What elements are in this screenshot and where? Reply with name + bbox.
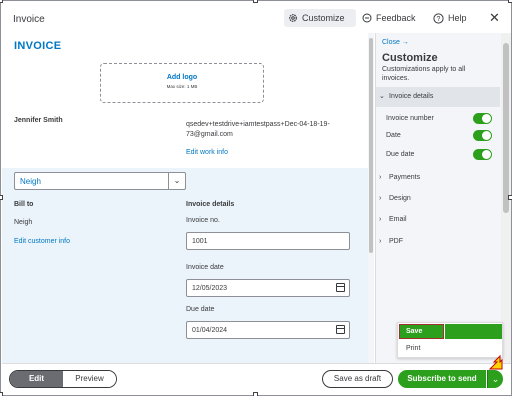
send-options-menu: Save Print [397,322,503,358]
bill-to-name: Neigh [14,219,33,226]
invoice-heading: INVOICE [14,40,62,52]
menu-item-print[interactable]: Print [406,345,420,352]
invoice-date-label: Invoice date [186,264,224,271]
toggle-label: Invoice number [386,115,434,122]
chevron-right-icon: › [379,216,382,223]
feedback-label: Feedback [376,13,416,23]
customize-button[interactable]: Customize [284,9,356,27]
subscribe-to-send-button[interactable]: Subscribe to send [398,370,486,388]
invoice-date-input[interactable]: 12/05/2023 [186,279,350,297]
invoice-editor[interactable]: INVOICE Add logo Max size: 1 MB Jennifer… [2,33,374,363]
section-email[interactable]: › Email [376,214,500,228]
add-logo-dropzone[interactable]: Add logo Max size: 1 MB [100,63,264,103]
section-pdf[interactable]: › PDF [376,236,500,250]
add-logo-link[interactable]: Add logo [101,74,263,81]
customer-select-value: Neigh [20,177,41,186]
chevron-right-icon: › [379,238,382,245]
edit-tab[interactable]: Edit [10,371,63,387]
calendar-icon[interactable] [336,325,345,334]
bill-to-label: Bill to [14,201,34,208]
customer-select[interactable]: Neigh ⌄ [14,172,186,190]
customize-label: Customize [302,13,345,23]
pointer-arrow-icon [488,354,503,370]
panel-subtitle: Customizations apply to all invoices. [382,66,466,82]
customer-section: Neigh ⌄ Bill to Neigh Edit customer info… [2,168,368,363]
toggle-row-due-date: Due date [386,149,496,161]
resize-handle[interactable] [0,195,3,200]
panel-title: Customize [382,52,438,64]
invoice-details-label: Invoice details [186,201,235,208]
resize-handle[interactable] [0,392,3,396]
window-title: Invoice [13,14,45,25]
toggle-label: Due date [386,151,415,158]
menu-item-save[interactable]: Save [399,324,444,339]
section-label: Email [389,216,407,223]
chevron-down-icon: ⌄ [379,93,385,100]
toggle-row-invoice-number: Invoice number [386,113,496,125]
due-date-toggle[interactable] [473,149,492,160]
chevron-down-icon[interactable]: ⌄ [168,173,185,189]
invoice-window: Invoice Customize Feedback ? Help ✕ INVO… [0,0,512,396]
date-toggle[interactable] [473,130,492,141]
customize-panel: Close → Customize Customizations apply t… [375,33,501,363]
toggle-row-date: Date [386,130,496,142]
edit-work-info-link[interactable]: Edit work info [186,149,228,156]
invoice-no-label: Invoice no. [186,217,220,224]
resize-handle[interactable] [508,195,512,200]
company-name: Jennifer Smith [14,117,63,124]
invoice-number-toggle[interactable] [473,113,492,124]
save-menu-highlight [445,324,502,339]
chevron-right-icon: › [379,195,382,202]
editor-scrollbar-thumb[interactable] [369,38,373,253]
editor-scrollbar[interactable] [368,33,374,363]
panel-close-link[interactable]: Close → [382,39,409,46]
header-bar: Invoice Customize Feedback ? Help ✕ [1,1,511,33]
section-payments[interactable]: › Payments [376,172,500,186]
svg-text:?: ? [437,16,441,23]
company-email: qsedev+testdrive+iamtestpass+Dec-04-18-1… [186,121,330,138]
help-icon: ? [433,12,444,24]
help-label: Help [448,13,467,23]
section-invoice-details[interactable]: ⌄ Invoice details [376,87,500,107]
section-invoice-details-label: Invoice details [389,93,434,100]
panel-scrollbar-thumb[interactable] [503,43,509,213]
resize-handle[interactable] [508,0,512,3]
due-date-input[interactable]: 01/04/2024 [186,321,350,339]
edit-customer-info-link[interactable]: Edit customer info [14,238,70,245]
feedback-icon [362,13,372,23]
resize-handle[interactable] [253,0,258,3]
due-date-value: 01/04/2024 [192,327,228,334]
send-options-caret[interactable]: ⌄ [487,370,503,388]
invoice-no-input[interactable]: 1001 [186,232,350,250]
section-label: PDF [389,238,403,245]
gear-icon [289,14,297,22]
toggle-label: Date [386,132,401,139]
close-icon[interactable]: ✕ [489,11,500,24]
chevron-right-icon: › [379,174,382,181]
calendar-icon[interactable] [336,283,345,292]
resize-handle[interactable] [0,0,3,3]
preview-tab[interactable]: Preview [63,371,116,387]
resize-handle[interactable] [253,392,258,396]
feedback-button[interactable]: Feedback [358,9,420,27]
section-label: Payments [389,174,421,181]
invoice-header-section: INVOICE Add logo Max size: 1 MB Jennifer… [2,33,368,168]
section-design[interactable]: › Design [376,193,500,207]
edit-preview-toggle: Edit Preview [9,370,117,388]
logo-max-size: Max size: 1 MB [166,84,198,89]
invoice-date-value: 12/05/2023 [192,285,228,292]
help-button[interactable]: ? Help [429,9,471,27]
section-label: Design [389,195,411,202]
footer-bar: Edit Preview Save as draft Subscribe to … [2,363,511,395]
invoice-no-value: 1001 [192,238,208,245]
due-date-label: Due date [186,306,215,313]
save-as-draft-button[interactable]: Save as draft [322,370,393,388]
